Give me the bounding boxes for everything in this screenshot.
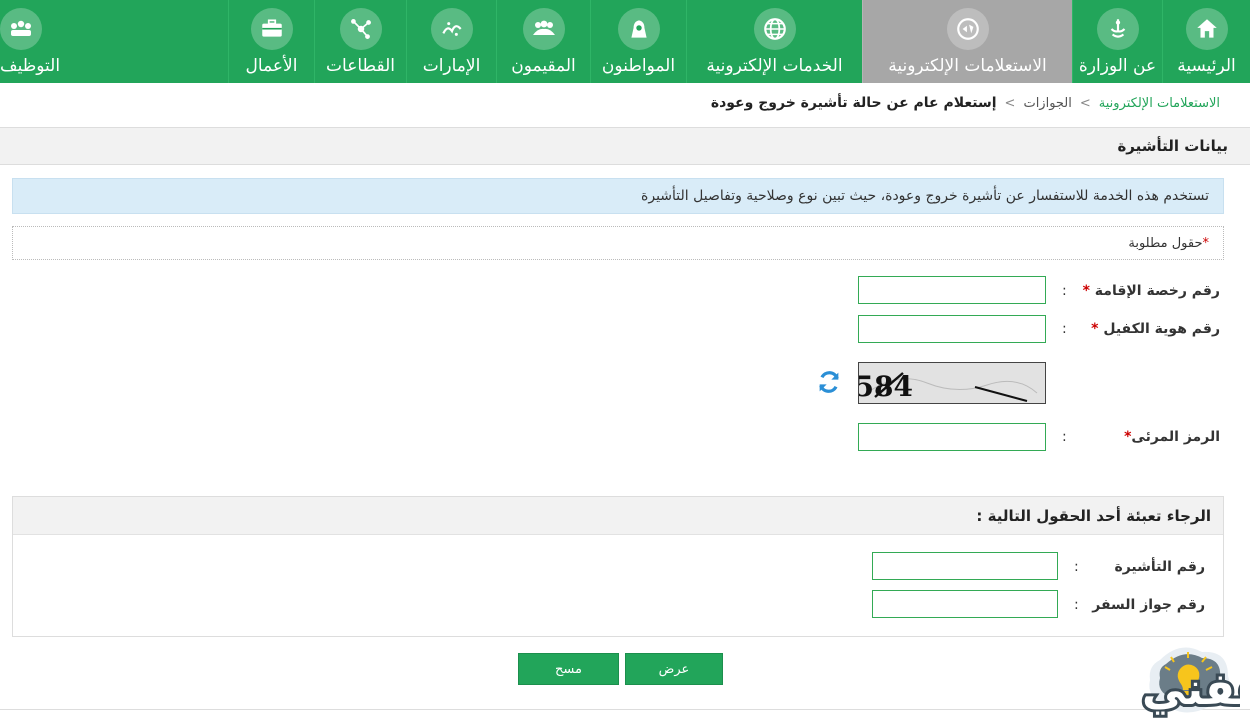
- nav-item-citizens[interactable]: المواطنون: [590, 0, 686, 83]
- residents-icon: [522, 8, 565, 50]
- iqama-label-text: رقم رخصة الإقامة: [1094, 283, 1220, 299]
- breadcrumb-current: إستعلام عام عن حالة تأشيرة خروج وعودة: [710, 95, 997, 111]
- show-button[interactable]: عرض: [625, 653, 723, 685]
- emblem-icon: [1096, 8, 1139, 50]
- visa-number-label: رقم التأشيرة: [1114, 559, 1205, 575]
- nav-item-employment[interactable]: التوظيف: [0, 0, 228, 83]
- home-icon: [1185, 8, 1228, 50]
- emirates-icon: [430, 8, 473, 50]
- nav-label: القطاعات: [326, 56, 395, 76]
- nav-label: الرئيسية: [1177, 56, 1236, 76]
- captcha-label: الرمز المرئى*: [1124, 429, 1220, 445]
- nav-item-residents[interactable]: المقيمون: [496, 0, 590, 83]
- nav-item-business[interactable]: الأعمال: [228, 0, 314, 83]
- breadcrumb-root[interactable]: الاستعلامات الإلكترونية: [1099, 96, 1220, 111]
- nav-item-inquiries[interactable]: الاستعلامات الإلكترونية: [862, 0, 1072, 83]
- section-title: بيانات التأشيرة: [1117, 137, 1228, 155]
- breadcrumb: الاستعلامات الإلكترونية > الجوازات > إست…: [711, 95, 1220, 111]
- required-star: *: [1202, 236, 1210, 251]
- info-box: تستخدم هذه الخدمة للاستفسار عن تأشيرة خر…: [12, 178, 1224, 214]
- colon: :: [1062, 283, 1067, 299]
- required-fields-note: *حقول مطلوبة: [12, 226, 1224, 260]
- nav-item-sectors[interactable]: القطاعات: [314, 0, 406, 83]
- nav-label: الخدمات الإلكترونية: [706, 56, 843, 76]
- required-label: حقول مطلوبة: [1128, 236, 1203, 251]
- section-header: بيانات التأشيرة: [0, 127, 1250, 165]
- nav-label: المقيمون: [511, 56, 576, 76]
- employment-icon: [0, 8, 42, 50]
- passport-number-input[interactable]: [872, 590, 1058, 618]
- required-note: *حقول مطلوبة: [1128, 236, 1209, 251]
- watermark-text: ثقفني: [1142, 664, 1240, 715]
- captcha-label-text: الرمز المرئى: [1131, 429, 1220, 445]
- nav-label: عن الوزارة: [1078, 56, 1157, 76]
- nav-label: الاستعلامات الإلكترونية: [888, 56, 1047, 76]
- globe-icon: [753, 8, 796, 50]
- citizen-icon: [617, 8, 660, 50]
- colon: :: [1074, 597, 1079, 613]
- watermark-logo: ثقفني: [970, 640, 1250, 720]
- nav-label: التوظيف: [0, 56, 61, 76]
- nav-label: الأعمال: [245, 56, 298, 76]
- sectors-icon: [339, 8, 382, 50]
- nav-label: المواطنون: [601, 56, 676, 76]
- visa-number-input[interactable]: [872, 552, 1058, 580]
- nav-label: الإمارات: [422, 56, 481, 76]
- clear-button[interactable]: مسح: [518, 653, 619, 685]
- panel-title: الرجاء تعبئة أحد الحقول التالية :: [976, 507, 1211, 525]
- nav-item-home[interactable]: الرئيسية: [1162, 0, 1250, 83]
- breadcrumb-passports[interactable]: الجوازات: [1023, 96, 1071, 111]
- captcha-image: 3584: [858, 362, 1046, 404]
- colon: :: [1074, 559, 1079, 575]
- panel-header: الرجاء تعبئة أحد الحقول التالية :: [13, 497, 1223, 535]
- refresh-icon[interactable]: [815, 368, 843, 396]
- colon: :: [1062, 429, 1067, 445]
- briefcase-icon: [250, 8, 293, 50]
- breadcrumb-separator: >: [1004, 95, 1016, 111]
- iqama-input[interactable]: [858, 276, 1046, 304]
- info-text: تستخدم هذه الخدمة للاستفسار عن تأشيرة خر…: [641, 188, 1209, 204]
- nav-item-about[interactable]: عن الوزارة: [1072, 0, 1162, 83]
- required-star: *: [1091, 321, 1099, 337]
- colon: :: [1062, 321, 1067, 337]
- iqama-label: رقم رخصة الإقامة *: [1083, 283, 1220, 299]
- captcha-text: 3584: [858, 370, 913, 403]
- passport-number-label: رقم جواز السفر: [1092, 597, 1205, 613]
- sponsor-id-label-text: رقم هوية الكفيل: [1103, 321, 1220, 337]
- top-navigation: الرئيسية عن الوزارة الاستعلامات الإلكترو…: [0, 0, 1250, 83]
- breadcrumb-separator: >: [1079, 95, 1091, 111]
- sponsor-id-label: رقم هوية الكفيل *: [1091, 321, 1220, 337]
- nav-item-emirates[interactable]: الإمارات: [406, 0, 496, 83]
- sponsor-id-input[interactable]: [858, 315, 1046, 343]
- inquiries-icon: [946, 8, 989, 50]
- required-star: *: [1082, 283, 1090, 299]
- nav-item-eservices[interactable]: الخدمات الإلكترونية: [686, 0, 862, 83]
- captcha-input[interactable]: [858, 423, 1046, 451]
